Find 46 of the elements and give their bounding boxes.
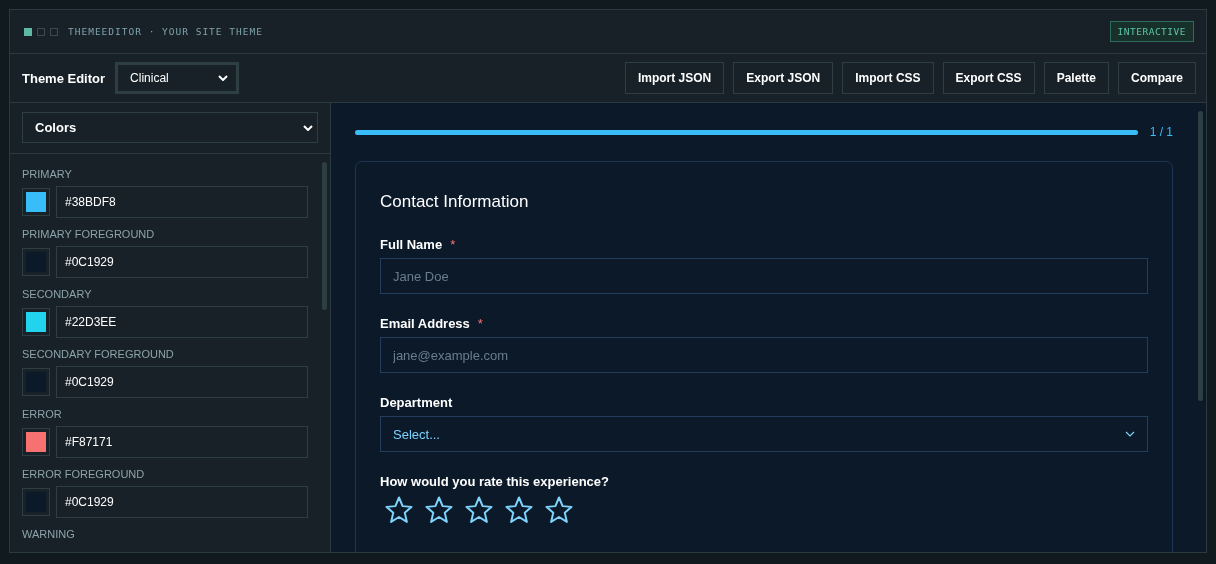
section-select[interactable]: Colors <box>22 112 318 143</box>
star-icon[interactable] <box>544 495 574 525</box>
toolbar-button[interactable]: Export CSS <box>942 62 1035 94</box>
star-icon[interactable] <box>464 495 494 525</box>
toolbar-button[interactable]: Compare <box>1118 62 1196 94</box>
scrollbar[interactable] <box>1198 111 1203 401</box>
color-label: PRIMARY FOREGROUND <box>22 228 156 240</box>
toolbar-button[interactable]: Export JSON <box>733 62 834 94</box>
toolbar-button[interactable]: Palette <box>1043 62 1109 94</box>
hex-input-field[interactable]: #38BDF8 <box>56 186 308 218</box>
field-label: Department <box>380 395 453 410</box>
color-label: ERROR FOREGROUND <box>22 468 146 480</box>
chevron-down-icon <box>1125 431 1135 437</box>
text-input-field[interactable]: jane@example.com <box>380 337 1148 373</box>
department-select[interactable]: Select... <box>380 416 1148 452</box>
color-label: WARNING <box>22 528 76 540</box>
field-label: How would you rate this experience? <box>380 474 609 489</box>
color-label: SECONDARY FOREGROUND <box>22 348 175 360</box>
editor-title: Theme Editor <box>22 70 106 86</box>
field-label: Email Address <box>380 316 470 331</box>
app-title: THEMEEDITOR · YOUR SITE THEME <box>68 26 264 37</box>
progress-reading: 1 / 1 <box>1149 125 1173 139</box>
text-input-field[interactable]: Jane Doe <box>380 258 1148 294</box>
field-label: Full Name <box>380 237 443 252</box>
window-dots-icon <box>24 27 58 36</box>
scrollbar[interactable] <box>322 162 327 310</box>
color-label: SECONDARY <box>22 288 93 300</box>
star-icon[interactable] <box>424 495 454 525</box>
hex-input-field[interactable]: #0C1929 <box>56 366 308 398</box>
chevron-down-icon <box>303 124 313 131</box>
required-asterisk: * <box>450 237 456 252</box>
hex-input-field[interactable]: #22D3EE <box>56 306 308 338</box>
hex-input-field[interactable]: #F87171 <box>56 426 308 458</box>
mode-badge: INTERACTIVE <box>1109 21 1194 42</box>
star-icon[interactable] <box>504 495 534 525</box>
toolbar-button[interactable]: Import CSS <box>842 62 934 94</box>
form-title: Contact Information <box>380 192 530 212</box>
chevron-down-icon <box>218 75 229 81</box>
hex-input-field[interactable]: #0C1929 <box>56 246 308 278</box>
theme-select[interactable]: Clinical <box>115 62 240 94</box>
hex-input-field[interactable]: #0C1929 <box>56 486 308 518</box>
star-icon[interactable] <box>384 495 414 525</box>
color-label: ERROR <box>22 408 63 420</box>
toolbar-button[interactable]: Import JSON <box>624 62 725 94</box>
color-label: PRIMARY <box>22 168 73 180</box>
required-asterisk: * <box>477 316 483 331</box>
